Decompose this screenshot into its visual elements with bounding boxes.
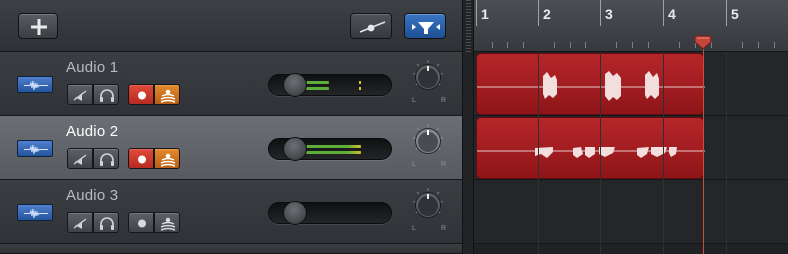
beat-tick xyxy=(507,42,508,48)
headphones-icon xyxy=(100,217,114,230)
track-lane-audio-3[interactable] xyxy=(474,180,788,244)
input-monitoring-icon xyxy=(160,153,176,167)
beat-tick xyxy=(774,42,775,48)
peak-indicator xyxy=(359,87,361,90)
record-dot-icon xyxy=(138,91,146,100)
track-header-audio-1[interactable]: Audio 1 L R xyxy=(0,52,463,116)
pan-right-label: R xyxy=(441,97,447,104)
bar-gridline xyxy=(538,52,539,254)
mute-speaker-icon xyxy=(73,90,87,101)
funnel-filter-icon xyxy=(412,22,440,34)
beat-tick xyxy=(616,42,617,48)
beat-tick xyxy=(632,42,633,48)
bar-number: 1 xyxy=(481,6,489,22)
volume-slider-knob[interactable] xyxy=(283,201,307,225)
track-header-audio-2[interactable]: Audio 2 L R xyxy=(0,116,463,180)
panel-divider[interactable] xyxy=(462,0,474,254)
beat-tick xyxy=(758,42,759,48)
pan-knob[interactable] xyxy=(409,185,447,225)
input-monitoring-button[interactable] xyxy=(154,212,180,233)
add-track-button[interactable] xyxy=(18,13,58,39)
track-name[interactable]: Audio 1 xyxy=(66,59,118,76)
input-monitoring-button[interactable] xyxy=(154,148,180,169)
audio-waveform-icon xyxy=(17,140,53,157)
track-lane-audio-2[interactable] xyxy=(474,116,788,180)
bar-number: 3 xyxy=(605,6,613,22)
pan-left-label: L xyxy=(412,97,416,104)
audio-region[interactable] xyxy=(476,117,705,179)
record-enable-button[interactable] xyxy=(128,148,154,169)
track-header-audio-3[interactable]: Audio 3 L R xyxy=(0,180,463,244)
track-toolbar xyxy=(0,0,463,52)
beat-tick xyxy=(523,42,524,48)
mute-button[interactable] xyxy=(67,84,93,105)
bar-ruler[interactable]: 1 2 3 4 5 xyxy=(474,0,788,52)
beat-tick xyxy=(742,42,743,48)
headphones-icon xyxy=(100,89,114,102)
waveform xyxy=(477,147,705,158)
solo-headphones-button[interactable] xyxy=(93,148,119,169)
beat-tick xyxy=(585,42,586,48)
pan-right-label: R xyxy=(441,225,447,232)
record-dot-icon xyxy=(138,155,146,164)
pan-right-label: R xyxy=(441,161,447,168)
waveform xyxy=(477,71,705,101)
track-lane-audio-1[interactable] xyxy=(474,52,788,116)
track-name[interactable]: Audio 2 xyxy=(66,123,118,140)
audio-waveform-icon xyxy=(17,76,53,93)
track-header-panel: Audio 1 L R Audio 2 L R Audio 3 L R xyxy=(0,0,463,254)
beat-tick xyxy=(570,42,571,48)
mute-button[interactable] xyxy=(67,148,93,169)
audio-region[interactable] xyxy=(476,53,705,115)
bar-line xyxy=(476,0,477,26)
automation-curve-icon xyxy=(359,21,386,33)
bar-gridline xyxy=(663,52,664,254)
volume-slider-knob[interactable] xyxy=(283,137,307,161)
solo-headphones-button[interactable] xyxy=(93,84,119,105)
pan-knob[interactable] xyxy=(409,121,447,161)
pan-left-label: L xyxy=(412,225,416,232)
audio-waveform-icon xyxy=(17,204,53,221)
pan-knob[interactable] xyxy=(409,57,447,97)
bar-gridline xyxy=(600,52,601,254)
bar-gridline xyxy=(726,52,727,254)
bar-line xyxy=(726,0,727,26)
pan-left-label: L xyxy=(412,161,416,168)
bar-line xyxy=(663,0,664,26)
input-monitoring-icon xyxy=(160,89,176,103)
beat-tick xyxy=(648,42,649,48)
volume-slider-knob[interactable] xyxy=(283,73,307,97)
beat-tick xyxy=(492,42,493,48)
mute-button[interactable] xyxy=(67,212,93,233)
input-monitoring-icon xyxy=(160,217,176,231)
headphones-icon xyxy=(100,153,114,166)
plus-icon xyxy=(31,19,47,35)
automation-button[interactable] xyxy=(350,13,392,39)
beat-tick xyxy=(554,42,555,48)
divider-grip[interactable] xyxy=(466,0,471,52)
bar-number: 4 xyxy=(668,6,676,22)
mute-speaker-icon xyxy=(73,218,87,229)
playhead-handle[interactable] xyxy=(694,34,712,50)
bar-number: 5 xyxy=(731,6,739,22)
bar-number: 2 xyxy=(543,6,551,22)
tracks-timeline: 1 2 3 4 5 xyxy=(474,0,788,254)
mute-speaker-icon xyxy=(73,154,87,165)
smart-controls-filter-button[interactable] xyxy=(404,13,446,39)
solo-headphones-button[interactable] xyxy=(93,212,119,233)
input-monitoring-button[interactable] xyxy=(154,84,180,105)
peak-indicator xyxy=(359,81,361,84)
beat-tick xyxy=(679,42,680,48)
playhead-line xyxy=(703,44,704,254)
bar-line xyxy=(538,0,539,26)
record-enable-button[interactable] xyxy=(128,84,154,105)
track-header-empty xyxy=(0,244,463,254)
record-dot-icon xyxy=(138,219,146,228)
track-name[interactable]: Audio 3 xyxy=(66,187,118,204)
record-enable-button[interactable] xyxy=(128,212,154,233)
bar-line xyxy=(600,0,601,26)
